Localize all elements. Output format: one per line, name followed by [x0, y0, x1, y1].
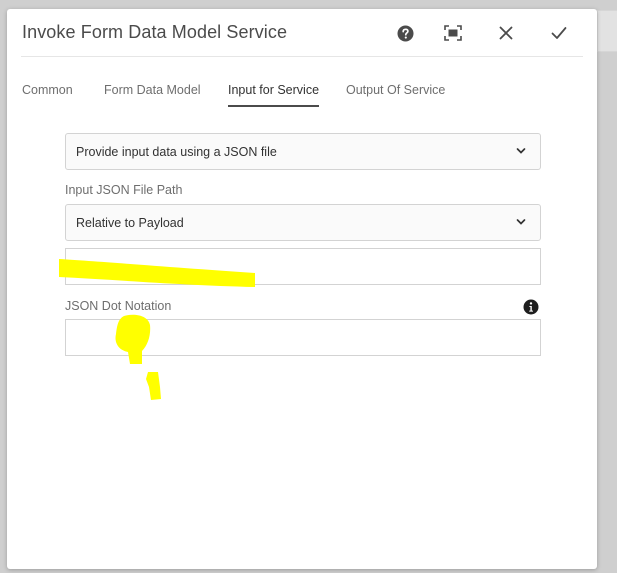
fullscreen-icon [444, 25, 462, 41]
done-button[interactable] [547, 21, 571, 45]
help-button[interactable] [393, 21, 417, 45]
dialog-title: Invoke Form Data Model Service [22, 22, 288, 42]
input-mode-select[interactable]: Provide input data using a JSON file [65, 133, 541, 170]
fullscreen-button[interactable] [441, 21, 465, 45]
info-icon[interactable] [523, 299, 539, 315]
file-path-type-value: Relative to Payload [76, 215, 184, 230]
dialog-header: Invoke Form Data Model Service [7, 9, 597, 57]
file-path-type-select[interactable]: Relative to Payload [65, 204, 541, 241]
invoke-fdm-service-dialog: Invoke Form Data Model Service Common Fo… [7, 9, 597, 569]
help-icon [397, 25, 413, 41]
tab-bar: Common Form Data Model Input for Service… [22, 83, 582, 113]
input-mode-select-value: Provide input data using a JSON file [76, 144, 277, 159]
close-button[interactable] [494, 21, 518, 45]
input-json-file-path-label: Input JSON File Path [65, 183, 183, 197]
highlight-marker-stroke [59, 259, 255, 287]
tab-input-for-service[interactable]: Input for Service [228, 83, 320, 107]
chevron-down-icon [516, 219, 526, 225]
tab-form-data-model[interactable]: Form Data Model [104, 83, 201, 105]
chevron-down-icon [516, 148, 526, 154]
highlight-marker-dot [146, 372, 161, 400]
close-icon [499, 26, 513, 40]
json-dot-notation-label: JSON Dot Notation [65, 299, 172, 313]
checkmark-icon [551, 27, 567, 39]
tab-common[interactable]: Common [22, 83, 73, 105]
header-divider [21, 56, 583, 57]
tab-output-of-service[interactable]: Output Of Service [346, 83, 445, 105]
background-panel [597, 10, 617, 52]
highlight-marker-blot [115, 314, 151, 364]
